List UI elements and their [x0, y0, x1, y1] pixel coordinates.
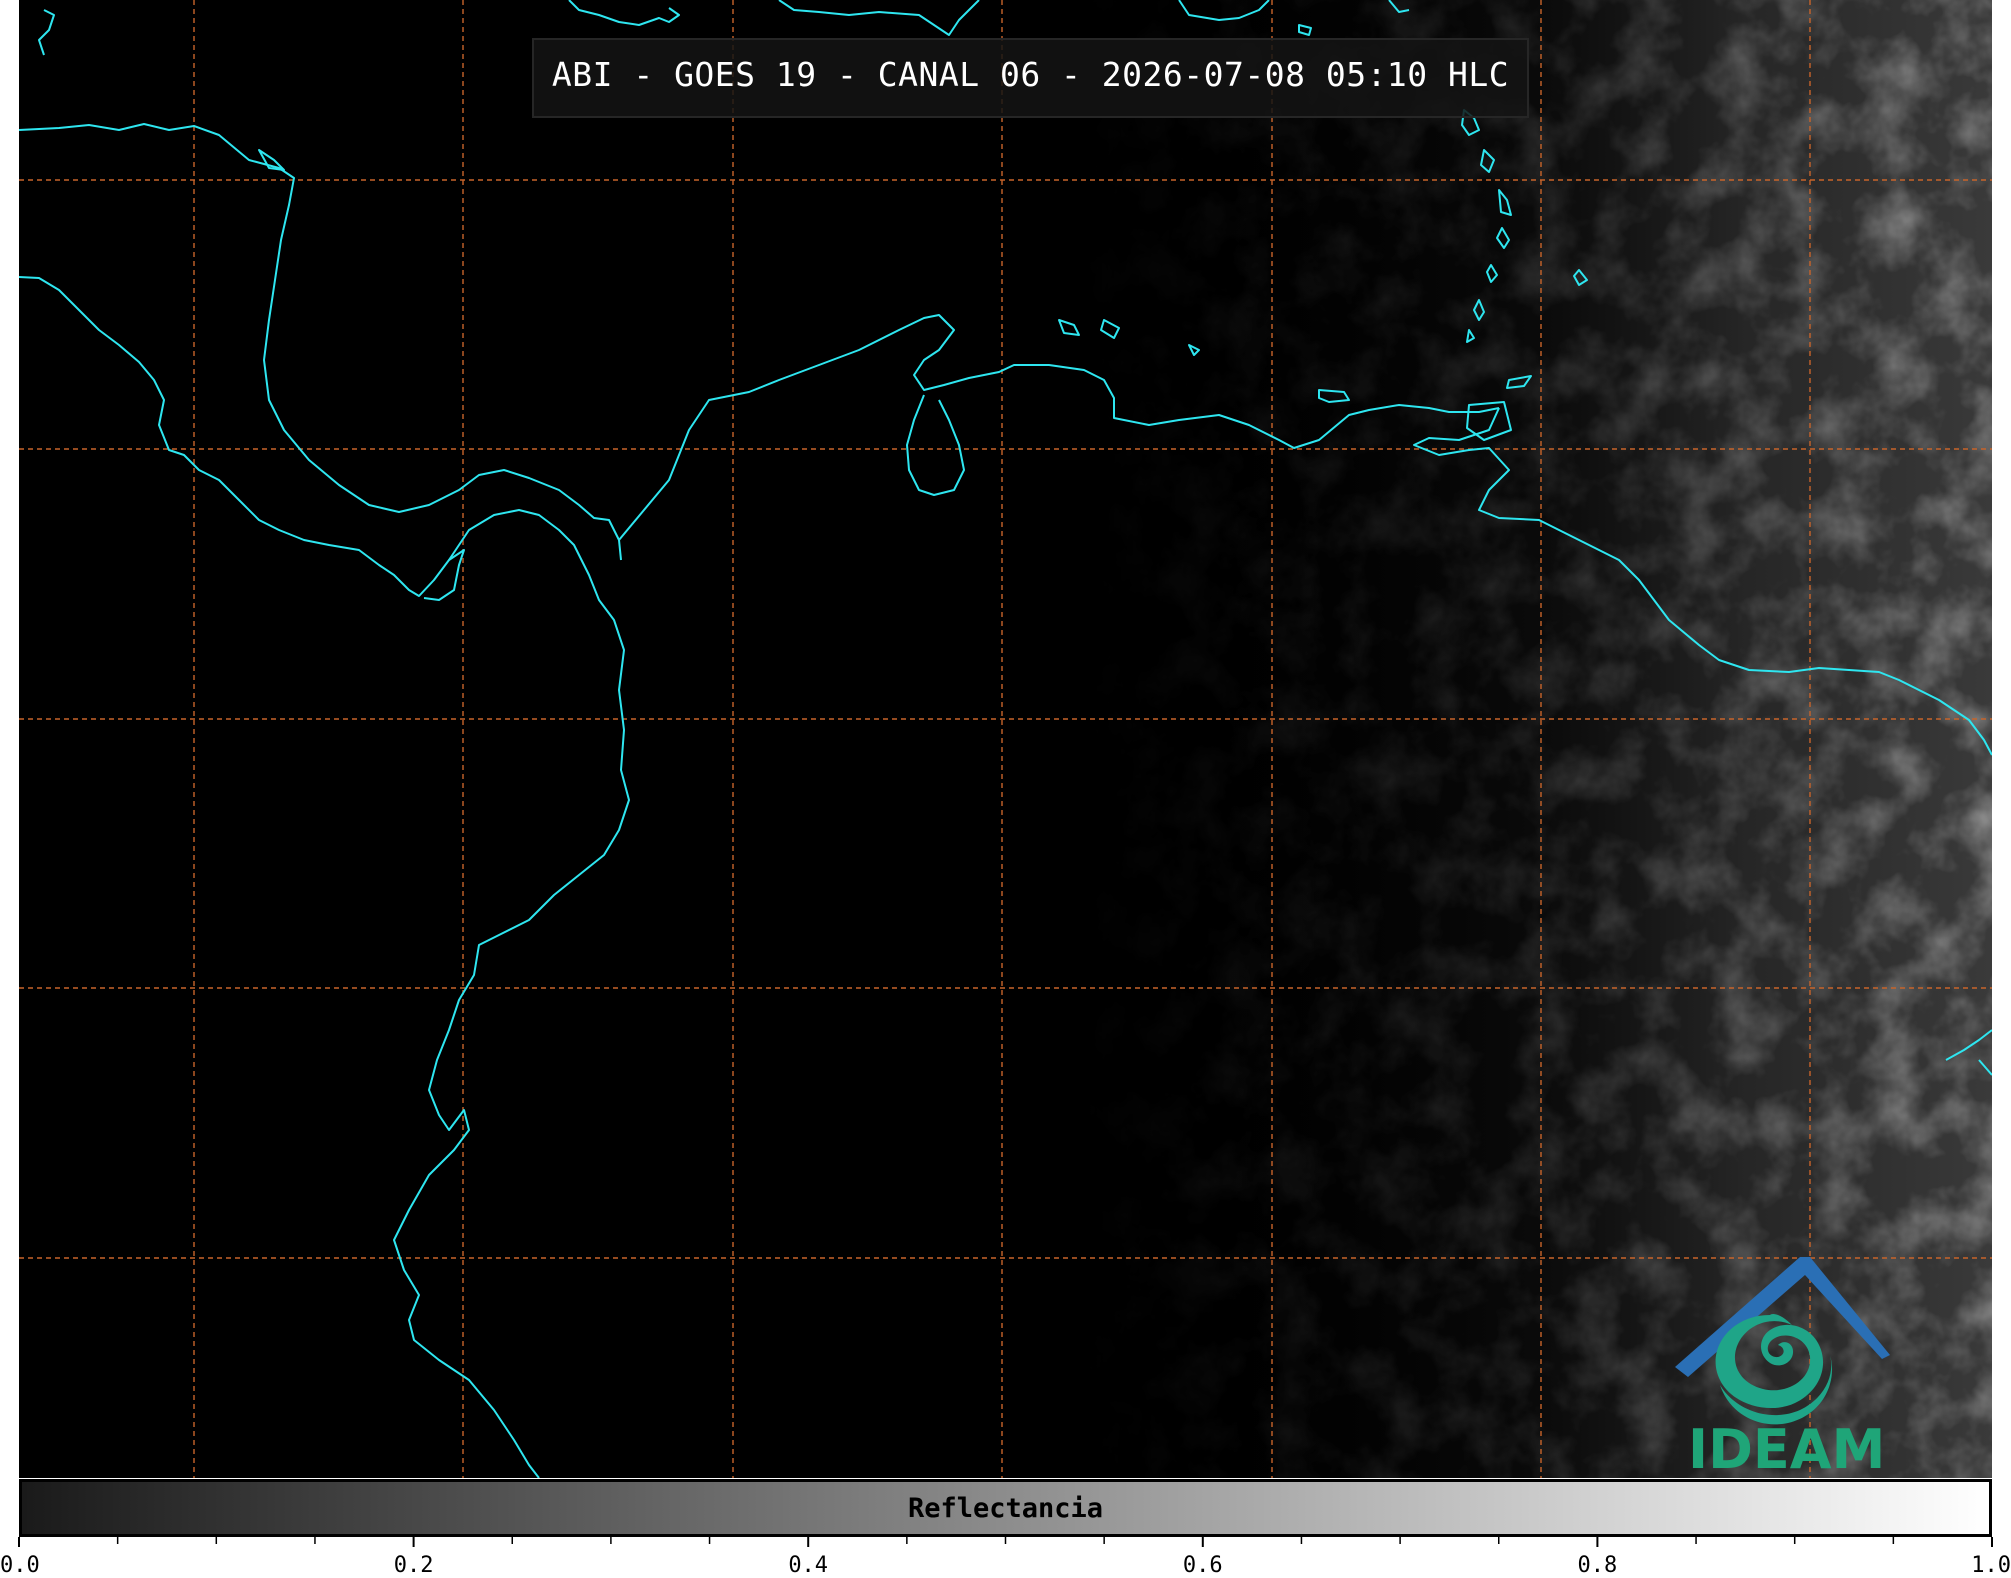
- colorbar-tick-label: 0.0: [0, 1553, 40, 1578]
- colorbar-tick-label: 0.2: [393, 1553, 434, 1578]
- colorbar: Reflectancia: [19, 1479, 1992, 1537]
- colorbar-tick-label: 0.4: [788, 1553, 829, 1578]
- colorbar-tick-label: 1.0: [1971, 1553, 2011, 1578]
- colorbar-tick-label: 0.8: [1577, 1553, 1618, 1578]
- colorbar-label: Reflectancia: [907, 1493, 1104, 1524]
- map-title: ABI - GOES 19 - CANAL 06 - 2026-07-08 05…: [551, 55, 1510, 94]
- colorbar-ticks: [18, 1537, 1993, 1547]
- colorbar-tick-label: 0.6: [1182, 1553, 1223, 1578]
- logo-text: IDEAM: [1688, 1418, 1886, 1481]
